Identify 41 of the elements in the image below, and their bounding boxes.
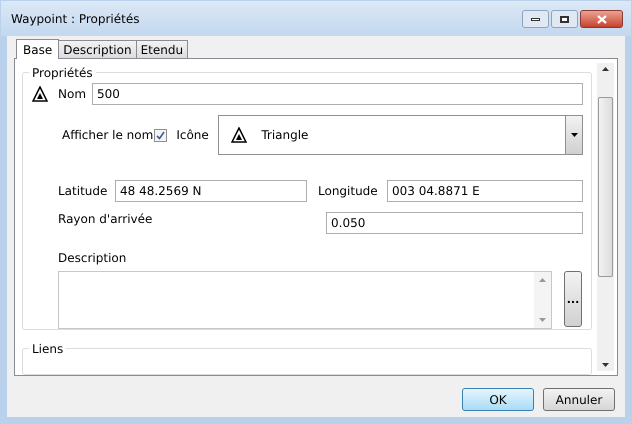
longitude-field[interactable]: 003 04.8871 E (387, 180, 583, 202)
maximize-button[interactable] (551, 10, 578, 28)
show-name-label: Afficher le nom (62, 127, 154, 144)
minimize-button[interactable] (522, 10, 549, 28)
name-field[interactable]: 500 (92, 83, 583, 105)
scroll-down-icon (539, 318, 546, 322)
close-button[interactable] (580, 10, 623, 28)
latitude-field[interactable]: 48 48.2569 N (115, 180, 307, 202)
close-icon (596, 14, 606, 24)
radius-field[interactable]: 0.050 (326, 212, 583, 234)
minimize-icon (531, 18, 540, 20)
scroll-up-icon (539, 278, 546, 282)
description-label: Description (58, 251, 126, 265)
dropdown-arrow-button[interactable] (565, 116, 582, 154)
triangle-icon (231, 127, 248, 143)
tab[interactable]: Base (16, 39, 60, 59)
longitude-label: Longitude (318, 183, 379, 200)
name-label: Nom (58, 86, 88, 103)
tab[interactable]: Description (58, 40, 137, 58)
check-icon (156, 130, 166, 140)
triangle-icon (32, 86, 48, 102)
more-button[interactable]: ... (564, 271, 582, 327)
scrollbar[interactable] (534, 272, 551, 328)
window-title: Waypoint : Propriétés (11, 10, 140, 28)
caret-icon (570, 133, 578, 137)
ok-button[interactable]: OK (462, 388, 534, 411)
dropdown-value: Triangle (261, 127, 310, 144)
scroll-down-icon (602, 363, 609, 367)
scrollbar[interactable] (597, 63, 614, 371)
icon-dropdown[interactable]: Triangle (218, 115, 583, 155)
scroll-thumb[interactable] (598, 97, 613, 277)
radius-label: Rayon d'arrivée (58, 211, 154, 228)
group-title: Propriétés (29, 64, 96, 82)
scroll-up-icon (602, 67, 609, 71)
show-name-checkbox[interactable] (154, 128, 168, 142)
cancel-button[interactable]: Annuler (543, 388, 615, 411)
description-field[interactable] (58, 271, 552, 329)
maximize-icon (560, 16, 569, 22)
latitude-label: Latitude (58, 183, 108, 200)
icon-label: Icône (176, 127, 210, 144)
tab[interactable]: Etendu (136, 40, 188, 58)
